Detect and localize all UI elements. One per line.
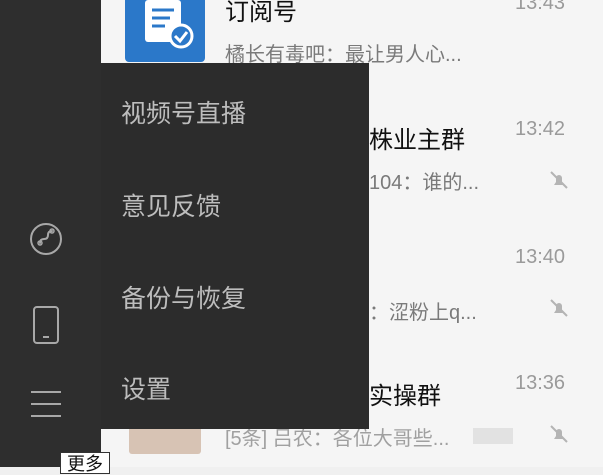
more-tooltip: 更多 <box>60 452 110 474</box>
chat-time: 13:36 <box>515 372 566 394</box>
chat-name: 株业主群 <box>369 127 465 154</box>
sidebar <box>0 0 101 467</box>
chat-preview: ：涩粉上q... <box>369 302 477 324</box>
mini-program-icon[interactable] <box>26 219 66 259</box>
chat-time: 13:40 <box>515 246 566 268</box>
chat-time: 13:43 <box>515 0 566 14</box>
menu-item-feedback[interactable]: 意见反馈 <box>121 187 221 223</box>
mute-icon <box>550 299 568 317</box>
menu-item-channels-live[interactable]: 视频号直播 <box>121 94 246 130</box>
phone-icon[interactable] <box>26 305 66 345</box>
chat-name: 实操群 <box>369 383 441 410</box>
chat-time: 13:42 <box>515 118 566 140</box>
chat-preview: 104：谁的... <box>369 172 480 194</box>
more-menu: 视频号直播 意见反馈 备份与恢复 设置 <box>101 63 369 429</box>
chat-name: 订阅号 <box>225 0 297 26</box>
blurred-area <box>473 428 513 444</box>
mute-icon <box>550 425 568 443</box>
mute-icon <box>550 171 568 189</box>
menu-item-settings[interactable]: 设置 <box>121 370 171 406</box>
menu-item-backup-restore[interactable]: 备份与恢复 <box>121 279 246 315</box>
menu-icon[interactable] <box>26 384 66 424</box>
subscription-avatar <box>125 0 205 62</box>
